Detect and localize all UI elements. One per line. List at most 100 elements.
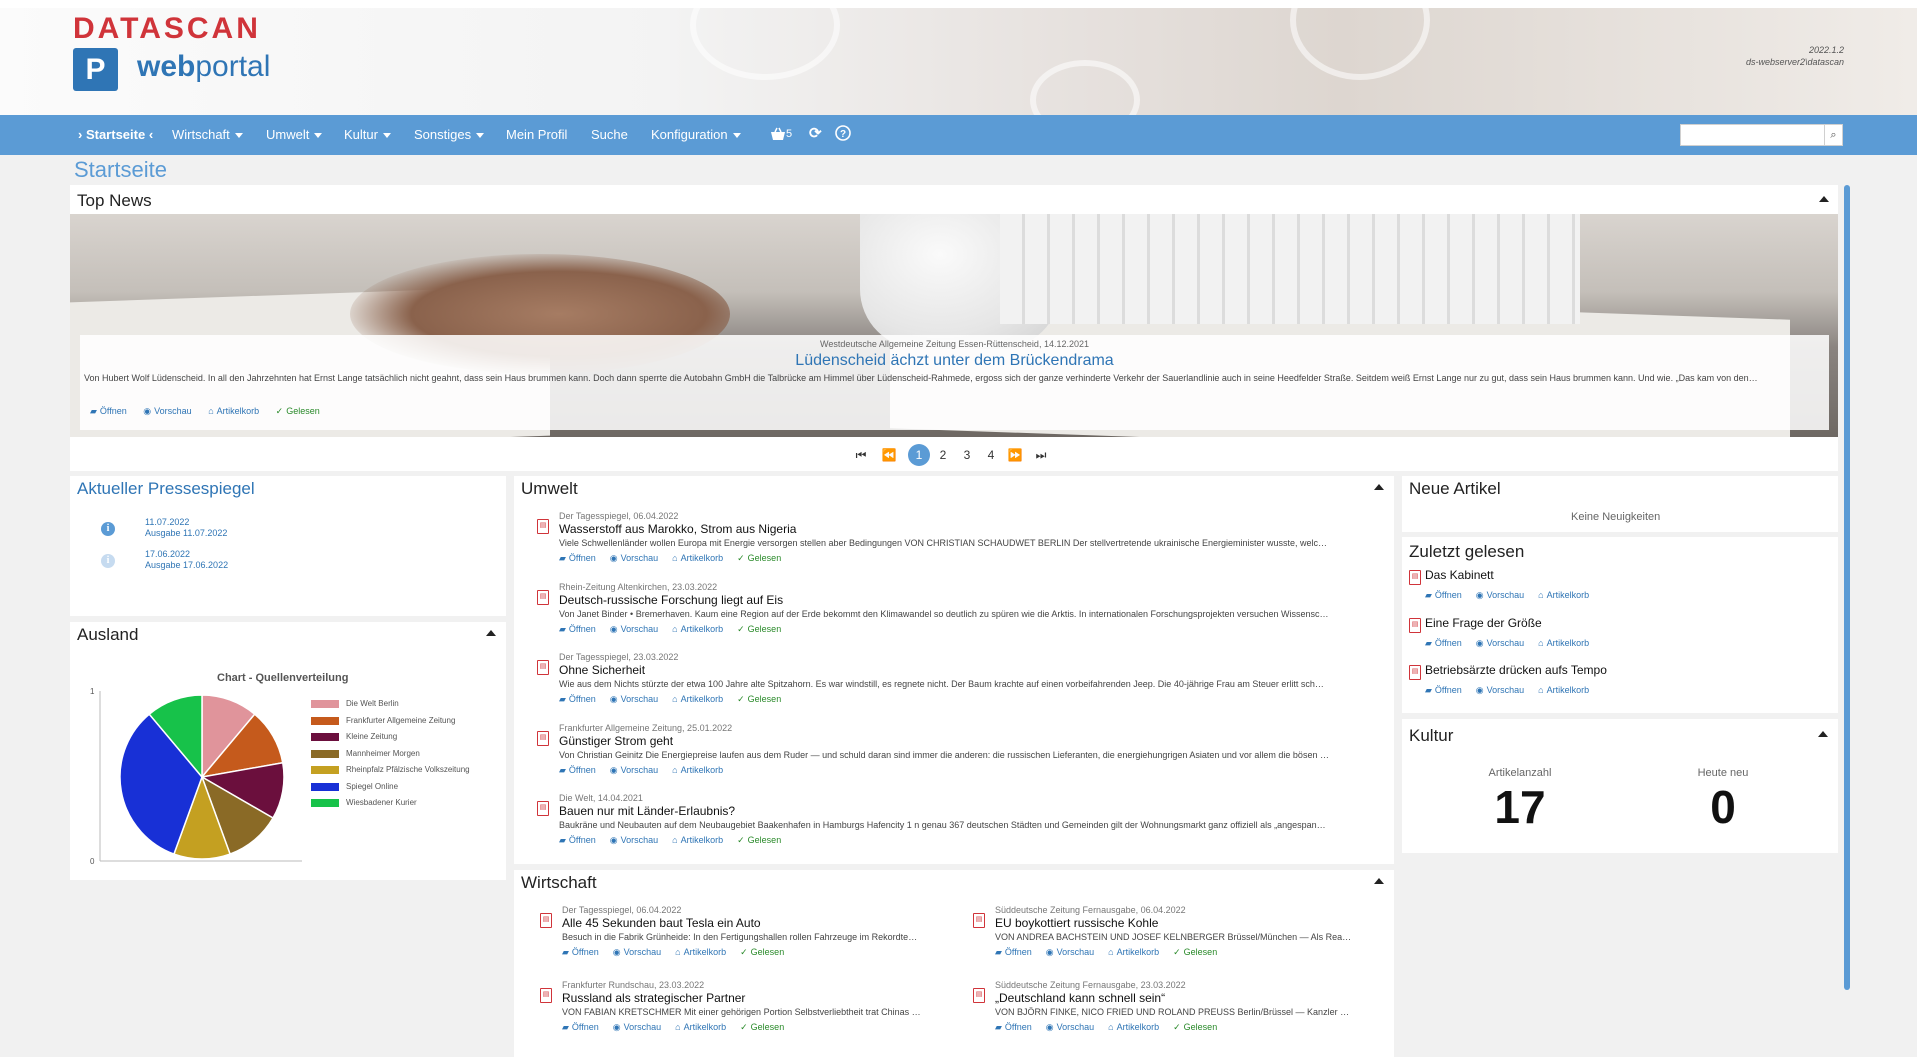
open-button[interactable]: ▰ Öffnen [562,1022,599,1032]
next-page-icon[interactable]: ⏩ [1004,444,1026,466]
help-icon[interactable]: ? [835,125,851,144]
article-title[interactable]: Alle 45 Sekunden baut Tesla ein Auto [562,916,761,930]
prev-page-icon[interactable]: ⏪ [878,444,900,466]
open-button[interactable]: ▰ Öffnen [995,1022,1032,1032]
basket-button[interactable]: ⌂ Artikelkorb [675,1022,726,1032]
preview-button[interactable]: ◉ Vorschau [610,835,658,845]
pdf-icon[interactable]: ▤ [537,589,549,605]
basket-button[interactable]: ⌂ Artikelkorb [672,553,723,563]
nav-konfiguration[interactable]: Konfiguration [651,127,741,142]
read-button[interactable]: ✓ Gelesen [1173,1022,1217,1032]
pdf-icon[interactable]: ▤ [537,801,549,816]
basket-button[interactable]: ⌂ Artikelkorb [1538,638,1589,648]
search-input[interactable] [1680,124,1843,146]
logo-p-icon[interactable]: P [73,48,118,91]
basket-button[interactable]: ⌂ Artikelkorb [1108,947,1159,957]
preview-button[interactable]: ◉ Vorschau [1046,1022,1094,1032]
nav-basket[interactable]: 5 [770,125,792,141]
open-button[interactable]: ▰ Öffnen [562,947,599,957]
open-button[interactable]: ▰ Öffnen [559,765,596,775]
basket-button[interactable]: ⌂ Artikelkorb [672,624,723,634]
preview-button[interactable]: ◉ Vorschau [143,406,191,416]
article-title[interactable]: Ohne Sicherheit [559,663,645,677]
preview-button[interactable]: ◉ Vorschau [610,553,658,563]
pdf-icon[interactable]: ▤ [537,660,549,675]
preview-button[interactable]: ◉ Vorschau [610,765,658,775]
read-button[interactable]: ✓ Gelesen [737,835,781,845]
open-button[interactable]: ▰ Öffnen [559,553,596,563]
logo-webportal[interactable]: webportal [137,50,270,84]
pdf-icon[interactable]: ▤ [1409,665,1421,680]
read-button[interactable]: ✓ Gelesen [1173,947,1217,957]
article-title[interactable]: Deutsch-russische Forschung liegt auf Ei… [559,593,783,607]
preview-button[interactable]: ◉ Vorschau [1476,638,1524,648]
page-2[interactable]: 2 [932,444,954,466]
nav-suche[interactable]: Suche [591,127,628,142]
legend-label[interactable]: Rheinpfalz Pfälzische Volkszeitung [346,765,470,774]
refresh-icon[interactable]: ⟳ [809,124,822,142]
basket-button[interactable]: ⌂ Artikelkorb [672,765,723,775]
pdf-icon[interactable]: ▤ [973,988,985,1003]
legend-label[interactable]: Spiegel Online [346,782,398,791]
page-3[interactable]: 3 [956,444,978,466]
open-button[interactable]: ▰ Öffnen [559,694,596,704]
scrollbar[interactable] [1844,185,1850,990]
legend-label[interactable]: Wiesbadener Kurier [346,798,417,807]
article-title[interactable]: Wasserstoff aus Marokko, Strom aus Niger… [559,522,796,536]
read-button[interactable]: ✓ Gelesen [737,694,781,704]
preview-button[interactable]: ◉ Vorschau [1046,947,1094,957]
preview-button[interactable]: ◉ Vorschau [610,694,658,704]
open-button[interactable]: ▰ Öffnen [995,947,1032,957]
nav-home[interactable]: › Startseite ‹ [78,127,153,142]
article-title[interactable]: EU boykottiert russische Kohle [995,916,1158,930]
pdf-icon[interactable]: ▤ [973,913,985,928]
article-title[interactable]: Bauen nur mit Länder-Erlaubnis? [559,804,735,818]
basket-button[interactable]: ⌂ Artikelkorb [672,694,723,704]
read-button[interactable]: ✓ Gelesen [740,947,784,957]
nav-sonstiges[interactable]: Sonstiges [414,127,485,142]
basket-button[interactable]: ⌂ Artikelkorb [675,947,726,957]
collapse-icon[interactable] [1818,731,1828,737]
legend-label[interactable]: Mannheimer Morgen [346,749,420,758]
pressespiegel-item[interactable]: 17.06.2022 Ausgabe 17.06.2022 [145,549,228,571]
nav-umwelt[interactable]: Umwelt [266,127,323,142]
open-button[interactable]: ▰ Öffnen [559,835,596,845]
preview-button[interactable]: ◉ Vorschau [1476,685,1524,695]
last-page-icon[interactable]: ⏭ [1030,444,1052,466]
first-page-icon[interactable]: ⏮ [850,444,872,466]
recent-title[interactable]: Das Kabinett [1425,568,1494,582]
collapse-icon[interactable] [1819,196,1829,202]
pdf-icon[interactable]: ▤ [540,913,552,928]
collapse-icon[interactable] [1374,484,1384,490]
read-button[interactable]: ✓ Gelesen [737,553,781,563]
pdf-icon[interactable]: ▤ [1409,617,1421,633]
basket-button[interactable]: ⌂ Artikelkorb [1538,590,1589,600]
open-button[interactable]: ▰ Öffnen [559,624,596,634]
preview-button[interactable]: ◉ Vorschau [613,947,661,957]
preview-button[interactable]: ◉ Vorschau [1476,590,1524,600]
pdf-icon[interactable]: ▤ [540,988,552,1003]
open-button[interactable]: ▰ Öffnen [1425,685,1462,695]
basket-button[interactable]: ⌂ Artikelkorb [208,406,259,416]
pdf-icon[interactable]: ▤ [537,730,549,746]
basket-button[interactable]: ⌂ Artikelkorb [1538,685,1589,695]
search-icon[interactable]: ⌕ [1824,124,1843,146]
pdf-icon[interactable]: ▤ [1409,570,1421,585]
collapse-icon[interactable] [486,630,496,636]
page-1[interactable]: 1 [908,444,930,466]
page-4[interactable]: 4 [980,444,1002,466]
article-title[interactable]: Günstiger Strom geht [559,734,673,748]
pdf-icon[interactable]: ▤ [537,519,549,534]
article-title[interactable]: Russland als strategischer Partner [562,991,745,1005]
pressespiegel-item[interactable]: 11.07.2022 Ausgabe 11.07.2022 [145,517,227,539]
logo-datascan[interactable]: DATASCAN [73,12,261,46]
recent-title[interactable]: Betriebsärzte drücken aufs Tempo [1425,663,1607,677]
collapse-icon[interactable] [1374,878,1384,884]
recent-title[interactable]: Eine Frage der Größe [1425,616,1542,630]
read-button[interactable]: ✓ Gelesen [276,406,320,416]
legend-label[interactable]: Kleine Zeitung [346,732,397,741]
nav-wirtschaft[interactable]: Wirtschaft [172,127,243,142]
legend-label[interactable]: Die Welt Berlin [346,699,399,708]
open-button[interactable]: ▰ Öffnen [1425,638,1462,648]
top-news-headline[interactable]: Lüdenscheid ächzt unter dem Brückendrama [80,352,1829,370]
